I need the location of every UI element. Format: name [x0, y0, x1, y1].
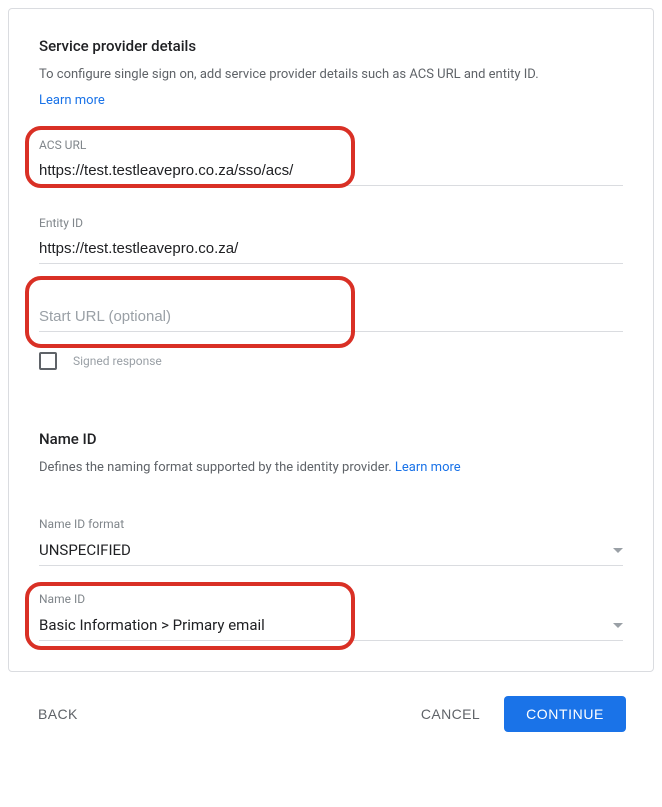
learn-more-link[interactable]: Learn more	[395, 460, 461, 475]
select-value: Basic Information > Primary email	[39, 616, 265, 634]
service-provider-section: Service provider details To configure si…	[39, 37, 623, 370]
settings-card: Service provider details To configure si…	[8, 8, 654, 672]
entity-id-label: Entity ID	[39, 216, 623, 230]
start-url-input[interactable]	[39, 304, 623, 332]
name-id-select[interactable]: Basic Information > Primary email	[39, 612, 623, 641]
entity-id-input[interactable]	[39, 236, 623, 264]
continue-button[interactable]: CONTINUE	[504, 696, 626, 732]
acs-url-input[interactable]	[39, 158, 623, 186]
start-url-field	[39, 304, 623, 332]
name-id-label: Name ID	[39, 592, 623, 606]
signed-response-checkbox[interactable]	[39, 352, 57, 370]
section-description: To configure single sign on, add service…	[39, 65, 623, 85]
learn-more-link[interactable]: Learn more	[39, 93, 105, 108]
footer-right: CANCEL CONTINUE	[417, 696, 626, 732]
acs-url-label: ACS URL	[39, 138, 623, 152]
signed-response-row: Signed response	[39, 352, 623, 370]
chevron-down-icon	[613, 548, 623, 553]
cancel-button[interactable]: CANCEL	[417, 698, 484, 730]
footer-actions: BACK CANCEL CONTINUE	[8, 672, 654, 742]
section-title: Name ID	[39, 430, 623, 448]
back-button[interactable]: BACK	[34, 698, 82, 730]
name-id-format-label: Name ID format	[39, 517, 623, 531]
name-id-format-select[interactable]: UNSPECIFIED	[39, 537, 623, 566]
description-text: Defines the naming format supported by t…	[39, 460, 395, 475]
section-title: Service provider details	[39, 37, 623, 55]
entity-id-field: Entity ID	[39, 216, 623, 264]
chevron-down-icon	[613, 623, 623, 628]
signed-response-label: Signed response	[73, 354, 162, 368]
name-id-section: Name ID Defines the naming format suppor…	[39, 430, 623, 642]
select-value: UNSPECIFIED	[39, 541, 131, 559]
section-description: Defines the naming format supported by t…	[39, 458, 623, 478]
acs-url-field: ACS URL	[39, 138, 623, 186]
name-id-field: Name ID Basic Information > Primary emai…	[39, 592, 623, 641]
name-id-format-field: Name ID format UNSPECIFIED	[39, 517, 623, 566]
